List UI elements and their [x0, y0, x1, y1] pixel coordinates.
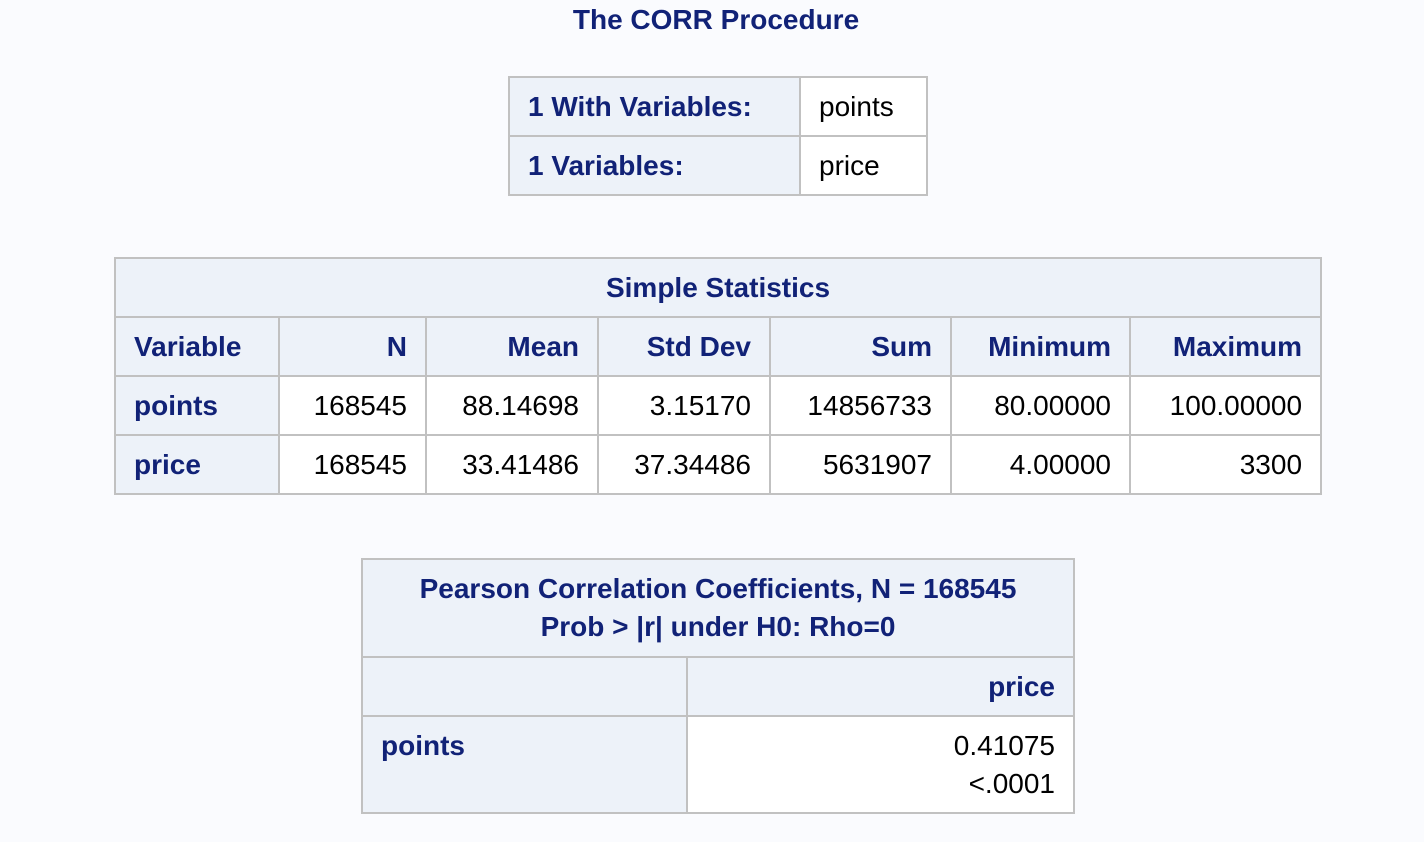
- pearson-title: Pearson Correlation Coefficients, N = 16…: [361, 558, 1075, 658]
- pearson-title-line2: Prob > |r| under H0: Rho=0: [540, 611, 896, 642]
- variables-value: price: [799, 135, 928, 196]
- simple-statistics-table: Simple Statistics Variable N Mean Std De…: [113, 257, 1323, 495]
- cell-minimum: 80.00000: [950, 375, 1131, 436]
- p-value: <.0001: [968, 768, 1055, 799]
- row-header-points: points: [114, 375, 280, 436]
- cell-std-dev: 37.34486: [597, 434, 771, 495]
- column-header-minimum: Minimum: [950, 316, 1131, 377]
- pearson-correlation-table: Pearson Correlation Coefficients, N = 16…: [361, 558, 1075, 814]
- table-row: 1 Variables: price: [508, 135, 928, 196]
- procedure-title: The CORR Procedure: [572, 4, 860, 35]
- correlation-coefficient: 0.41075: [953, 730, 1055, 761]
- cell-minimum: 4.00000: [950, 434, 1131, 495]
- with-variables-label: 1 With Variables:: [508, 76, 801, 137]
- table-row: price 168545 33.41486 37.34486 5631907 4…: [114, 434, 1323, 495]
- table-title-row: Pearson Correlation Coefficients, N = 16…: [361, 558, 1075, 658]
- correlation-cell: 0.41075 <.0001: [686, 715, 1075, 814]
- with-variables-value: points: [799, 76, 928, 137]
- cell-std-dev: 3.15170: [597, 375, 771, 436]
- row-header-points: points: [361, 715, 688, 814]
- column-header-maximum: Maximum: [1128, 316, 1323, 377]
- table-row: 1 With Variables: points: [508, 76, 928, 137]
- row-header-price: price: [114, 434, 280, 495]
- table-title-row: Simple Statistics: [113, 257, 1323, 318]
- table-row: points 168545 88.14698 3.15170 14856733 …: [114, 375, 1323, 436]
- column-header-n: N: [278, 316, 427, 377]
- pearson-title-line1: Pearson Correlation Coefficients, N = 16…: [419, 573, 1017, 604]
- variables-label: 1 Variables:: [508, 135, 801, 196]
- table-row: points 0.41075 <.0001: [361, 715, 1075, 814]
- column-header-sum: Sum: [769, 316, 952, 377]
- cell-maximum: 3300: [1128, 434, 1323, 495]
- column-header-price: price: [686, 656, 1075, 717]
- cell-mean: 88.14698: [425, 375, 599, 436]
- cell-n: 168545: [278, 375, 427, 436]
- corner-header: [361, 656, 688, 717]
- table-header-row: Variable N Mean Std Dev Sum Minimum Maxi…: [114, 316, 1323, 377]
- cell-sum: 14856733: [769, 375, 952, 436]
- column-header-mean: Mean: [425, 316, 599, 377]
- cell-maximum: 100.00000: [1128, 375, 1323, 436]
- column-header-variable: Variable: [114, 316, 280, 377]
- simple-statistics-title: Simple Statistics: [113, 257, 1323, 318]
- cell-sum: 5631907: [769, 434, 952, 495]
- table-header-row: price: [361, 656, 1075, 717]
- cell-mean: 33.41486: [425, 434, 599, 495]
- variables-info-table: 1 With Variables: points 1 Variables: pr…: [508, 76, 928, 196]
- column-header-std-dev: Std Dev: [597, 316, 771, 377]
- cell-n: 168545: [278, 434, 427, 495]
